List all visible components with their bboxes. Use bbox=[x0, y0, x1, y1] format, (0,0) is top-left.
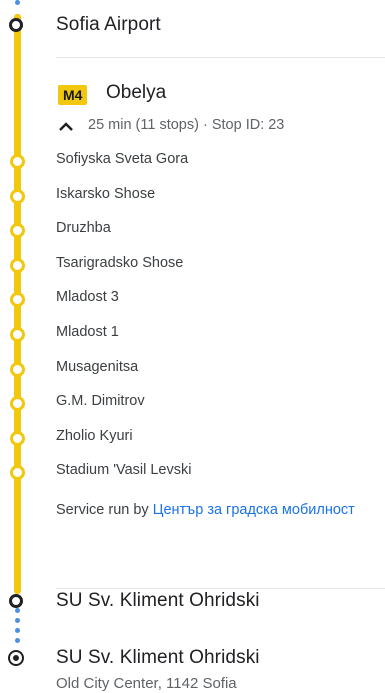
stop-marker bbox=[10, 465, 25, 481]
service-prefix: Service run by bbox=[56, 502, 153, 518]
route-badge: M4 bbox=[58, 85, 88, 105]
stop-marker bbox=[10, 327, 25, 342]
stop-name[interactable]: Iskarsko Shose bbox=[56, 186, 155, 202]
stop-name[interactable]: Stadium 'Vasil Levski bbox=[56, 462, 191, 478]
stop-name[interactable]: Tsarigradsko Shose bbox=[56, 255, 183, 271]
destination-address: Old City Center, 1142 Sofia bbox=[56, 675, 237, 692]
service-operator-note: Service run by Център за градска мобилно… bbox=[56, 502, 381, 519]
stop-marker bbox=[10, 430, 25, 446]
stop-name[interactable]: Mladost 1 bbox=[56, 324, 119, 340]
stop-marker bbox=[10, 292, 25, 308]
stop-name[interactable]: Zholio Kyuri bbox=[56, 428, 133, 444]
destination-target-icon bbox=[10, 652, 22, 664]
stop-name[interactable]: Druzhba bbox=[56, 220, 111, 236]
destination-name[interactable]: SU Sv. Kliment Ohridski bbox=[56, 647, 260, 669]
divider bbox=[56, 588, 385, 589]
route-headsign: Obelya bbox=[106, 82, 167, 103]
operator-link[interactable]: Център за градска мобилност bbox=[153, 502, 355, 518]
stop-name[interactable]: Musagenitsa bbox=[56, 359, 138, 375]
stop-marker bbox=[10, 188, 25, 204]
stop-marker bbox=[10, 361, 25, 377]
trip-summary[interactable]: 25 min (11 stops) · Stop ID: 23 bbox=[88, 117, 284, 133]
stop-marker bbox=[10, 154, 25, 169]
origin-stop-marker bbox=[9, 18, 23, 32]
stop-name[interactable]: Mladost 3 bbox=[56, 289, 119, 305]
divider bbox=[56, 57, 385, 58]
alight-stop-marker bbox=[9, 594, 23, 608]
stop-marker bbox=[10, 396, 25, 412]
stop-name[interactable]: Sofiyska Sveta Gora bbox=[56, 151, 188, 167]
chevron-up-icon[interactable] bbox=[58, 120, 74, 132]
origin-station-name[interactable]: Sofia Airport bbox=[56, 14, 161, 36]
stop-marker bbox=[10, 223, 25, 239]
stop-name[interactable]: G.M. Dimitrov bbox=[56, 393, 145, 409]
alight-station-name[interactable]: SU Sv. Kliment Ohridski bbox=[56, 590, 260, 612]
stop-marker bbox=[10, 257, 25, 273]
